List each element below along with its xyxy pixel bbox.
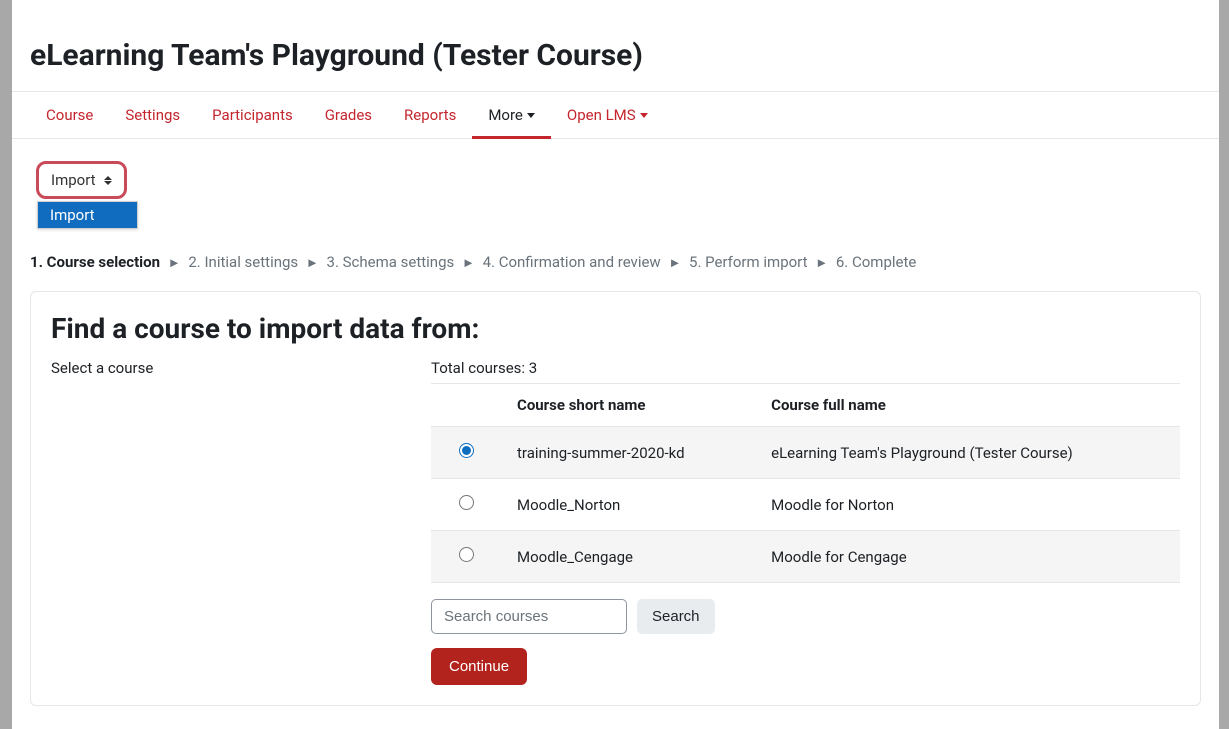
continue-button[interactable]: Continue <box>431 648 527 685</box>
course-radio[interactable] <box>459 495 474 510</box>
import-steps: 1. Course selection ► 2. Initial setting… <box>12 207 1219 279</box>
search-button[interactable]: Search <box>637 599 715 634</box>
tab-reports[interactable]: Reports <box>388 92 472 138</box>
select-toggle-icon <box>104 176 112 185</box>
course-full-name: eLearning Team's Playground (Tester Cour… <box>755 427 1180 479</box>
chevron-down-icon <box>527 113 535 118</box>
chevron-down-icon <box>640 113 648 118</box>
column-short-name: Course short name <box>501 384 755 427</box>
step-arrow-icon: ► <box>462 255 475 271</box>
course-short-name: training-summer-2020-kd <box>501 427 755 479</box>
step-confirmation: 4. Confirmation and review <box>483 253 661 271</box>
course-radio[interactable] <box>459 443 474 458</box>
course-tabs: Course Settings Participants Grades Repo… <box>12 92 1219 139</box>
tab-label: Settings <box>125 106 180 124</box>
step-initial-settings: 2. Initial settings <box>188 253 298 271</box>
tab-settings[interactable]: Settings <box>109 92 196 138</box>
page-title: eLearning Team's Playground (Tester Cour… <box>12 38 1219 92</box>
course-short-name: Moodle_Cengage <box>501 531 755 583</box>
tab-label: More <box>488 106 523 124</box>
tab-label: Reports <box>404 106 456 124</box>
step-arrow-icon: ► <box>306 255 319 271</box>
tab-label: Course <box>46 106 93 124</box>
tab-participants[interactable]: Participants <box>196 92 309 138</box>
action-select-value: Import <box>51 171 96 189</box>
step-arrow-icon: ► <box>168 255 181 271</box>
course-full-name: Moodle for Cengage <box>755 531 1180 583</box>
select-course-label: Select a course <box>51 359 431 685</box>
step-course-selection: 1. Course selection <box>30 253 160 271</box>
course-short-name: Moodle_Norton <box>501 479 755 531</box>
search-courses-input[interactable] <box>431 599 627 634</box>
action-select-option-import[interactable]: Import <box>37 201 138 229</box>
tab-open-lms[interactable]: Open LMS <box>551 92 664 138</box>
tab-grades[interactable]: Grades <box>309 92 388 138</box>
column-full-name: Course full name <box>755 384 1180 427</box>
course-radio[interactable] <box>459 547 474 562</box>
tab-label: Grades <box>325 106 372 124</box>
step-schema-settings: 3. Schema settings <box>327 253 455 271</box>
course-full-name: Moodle for Norton <box>755 479 1180 531</box>
step-arrow-icon: ► <box>668 255 681 271</box>
table-row: training-summer-2020-kd eLearning Team's… <box>431 427 1180 479</box>
column-radio <box>431 384 501 427</box>
action-select[interactable]: Import <box>36 161 127 199</box>
step-arrow-icon: ► <box>815 255 828 271</box>
panel-heading: Find a course to import data from: <box>31 312 1200 359</box>
table-row: Moodle_Norton Moodle for Norton <box>431 479 1180 531</box>
step-perform-import: 5. Perform import <box>689 253 807 271</box>
tab-label: Participants <box>212 106 293 124</box>
step-complete: 6. Complete <box>836 253 916 271</box>
total-courses-label: Total courses: 3 <box>431 359 1180 377</box>
tab-label: Open LMS <box>567 106 636 124</box>
course-table: Course short name Course full name train… <box>431 383 1180 583</box>
import-panel: Find a course to import data from: Selec… <box>30 291 1201 706</box>
tab-more[interactable]: More <box>472 92 551 138</box>
tab-course[interactable]: Course <box>30 92 109 138</box>
table-row: Moodle_Cengage Moodle for Cengage <box>431 531 1180 583</box>
